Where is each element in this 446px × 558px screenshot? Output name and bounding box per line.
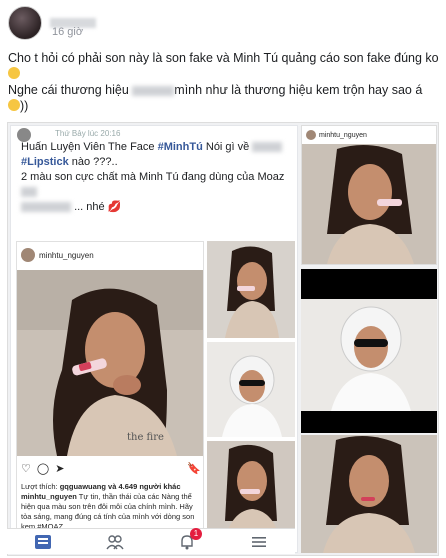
ig-main-photo[interactable]: the fire: [17, 270, 203, 456]
blurred-text-b: [21, 202, 71, 213]
post-caption: Cho t hỏi có phải son này là son fake và…: [8, 50, 440, 114]
ig-username[interactable]: minhtu_nguyen: [39, 251, 94, 260]
caption-line-2b: mình như là thương hiệu kem trộn hay sao…: [174, 83, 423, 97]
side-card-avatar[interactable]: [306, 130, 316, 140]
friends-icon[interactable]: [106, 534, 124, 550]
blurred-text-a: [21, 187, 37, 198]
notifications-icon[interactable]: 1: [178, 527, 202, 550]
caption-line-2a: Nghe cái thương hiệu: [8, 83, 129, 97]
smile-emoji-icon: [8, 99, 20, 111]
side-card[interactable]: minhtu_nguyen: [301, 125, 437, 265]
ig-liked-prefix: Lượt thích:: [21, 482, 58, 491]
ig-header: minhtu_nguyen: [21, 248, 94, 262]
side-card-username[interactable]: minhtu_nguyen: [319, 132, 367, 139]
inner-post-time: Thứ Bảy lúc 20:16: [55, 129, 121, 138]
blurred-brand-2: [252, 142, 283, 153]
hashtag-minhtu[interactable]: #MinhTú: [158, 141, 203, 153]
ig-caption: Lượt thích: gqguawuang và 4.649 người kh…: [21, 482, 201, 532]
blurred-brand: [132, 85, 175, 96]
ig-actions: ♡ ◯ ➤: [21, 462, 201, 475]
side-photo-2[interactable]: [301, 299, 437, 411]
share-icon[interactable]: ➤: [55, 462, 64, 475]
facebook-bottom-nav: 1: [7, 527, 295, 554]
notification-badge: 1: [190, 527, 202, 540]
post-timestamp[interactable]: 16 giờ: [52, 26, 83, 38]
inner-line5: ... nhé: [74, 201, 105, 213]
news-feed-icon[interactable]: [34, 534, 52, 550]
laughing-emoji-icon: [8, 67, 20, 79]
side-photo-3[interactable]: [301, 435, 437, 553]
svg-text:the fire: the fire: [127, 432, 164, 443]
bookmark-icon[interactable]: 🔖: [187, 462, 201, 475]
screenshot-inner-post[interactable]: Thứ Bảy lúc 20:16 Huấn Luyện Viên The Fa…: [10, 125, 298, 553]
avatar[interactable]: [8, 6, 42, 40]
ig-caption-user[interactable]: minhtu_nguyen: [21, 492, 77, 501]
side-card-header: minhtu_nguyen: [306, 130, 367, 140]
inner-line1-b: Nói gì về: [205, 141, 250, 153]
black-bar-bottom: [301, 411, 437, 433]
inner-line2-b: nào ???..: [71, 156, 118, 168]
black-bar-top: [301, 269, 437, 299]
photo-thumb-2[interactable]: [207, 342, 295, 437]
caption-line-3: )): [20, 99, 29, 113]
photo-collage[interactable]: Thứ Bảy lúc 20:16 Huấn Luyện Viên The Fa…: [7, 122, 439, 556]
heart-icon[interactable]: ♡: [21, 462, 31, 475]
kiss-emoji-icon: 💋: [107, 201, 122, 213]
side-photo-1[interactable]: [302, 144, 436, 264]
caption-line-1: Cho t hỏi có phải son này là son fake và…: [8, 51, 439, 65]
ig-avatar[interactable]: [21, 248, 35, 262]
instagram-card[interactable]: minhtu_nguyen the fire ♡ ◯ ➤ 🔖 Lượt thíc…: [16, 241, 204, 551]
hashtag-lipstick[interactable]: #Lipstick: [21, 156, 69, 168]
inner-line3: 2 màu son cực chất mà Minh Tú đang dùng …: [21, 171, 285, 183]
inner-post-text: Huấn Luyện Viên The Face #MinhTú Nói gì …: [21, 140, 291, 215]
inner-line1-a: Huấn Luyện Viên The Face: [21, 141, 155, 153]
menu-icon[interactable]: [250, 534, 268, 550]
ig-likes[interactable]: gqguawuang và 4.649 người khác: [60, 482, 181, 491]
inner-post-header: Thứ Bảy lúc 20:16: [15, 128, 215, 142]
photo-thumb-1[interactable]: [207, 241, 295, 338]
comment-icon[interactable]: ◯: [37, 462, 49, 475]
